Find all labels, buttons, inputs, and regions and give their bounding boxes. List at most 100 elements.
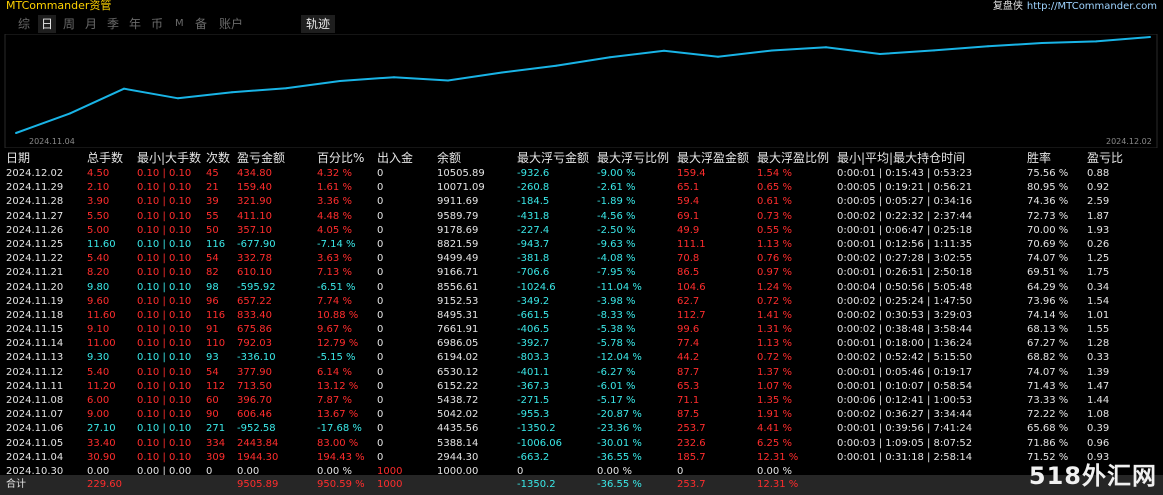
cell-max-float-loss: -955.3 xyxy=(517,409,550,421)
table-row[interactable]: 2024.11.08 6.00 0.10 | 0.10 60 396.70 7.87 % 0… xyxy=(6,394,1156,408)
table-row[interactable]: 2024.11.21 8.20 0.10 | 0.10 82 610.10 7.13 % 0… xyxy=(6,266,1156,280)
cell-pnl: 606.46 xyxy=(237,409,272,421)
tab-quarter[interactable]: 季 xyxy=(107,15,119,33)
totals-row: 合计 229.60 9505.89 950.59 % 1000 -1350.2 … xyxy=(0,475,1163,495)
table-row[interactable]: 2024.11.28 3.90 0.10 | 0.10 39 321.90 3.36 % 0… xyxy=(6,195,1156,209)
track-button[interactable]: 轨迹 xyxy=(301,15,336,33)
x-start-label: 2024.11.04 xyxy=(29,137,75,146)
cell-max-float-profit: 77.4 xyxy=(677,338,700,350)
table-row[interactable]: 2024.11.06 27.10 0.10 | 0.10 271 -952.58 -17.… xyxy=(6,422,1156,436)
tab-week[interactable]: 周 xyxy=(63,15,75,33)
cell-max-float-profit-pct: 4.41 % xyxy=(757,423,792,435)
tab-currency[interactable]: 币 xyxy=(151,15,163,33)
cell-balance: 10071.09 xyxy=(437,182,485,194)
table-row[interactable]: 2024.11.20 9.80 0.10 | 0.10 98 -595.92 -6.51 … xyxy=(6,281,1156,295)
table-row[interactable]: 2024.11.26 5.00 0.10 | 0.10 50 357.10 4.05 % 0… xyxy=(6,224,1156,238)
col-inout[interactable]: 出入金 xyxy=(377,151,413,165)
table-row[interactable]: 2024.11.19 9.60 0.10 | 0.10 96 657.22 7.74 % 0… xyxy=(6,295,1156,309)
col-max-float-profit[interactable]: 最大浮盈金额 xyxy=(677,151,749,165)
table-row[interactable]: 2024.11.22 5.40 0.10 | 0.10 54 332.78 3.63 % 0… xyxy=(6,252,1156,266)
table-row[interactable]: 2024.11.14 11.00 0.10 | 0.10 110 792.03 12.79… xyxy=(6,337,1156,351)
col-pct[interactable]: 百分比% xyxy=(317,151,364,165)
cell-max-float-loss-pct: -4.56 % xyxy=(597,210,636,222)
cell-win-rate: 74.07 % xyxy=(1027,366,1069,378)
cell-balance: 6194.02 xyxy=(437,352,479,364)
tab-month[interactable]: 月 xyxy=(85,15,97,33)
table-row[interactable]: 2024.11.07 9.00 0.10 | 0.10 90 606.46 13.67 %… xyxy=(6,408,1156,422)
cell-max-float-profit-pct: 1.24 % xyxy=(757,281,792,293)
cell-total-lots: 27.10 xyxy=(87,423,116,435)
cell-total-lots: 11.00 xyxy=(87,338,116,350)
tab-account[interactable]: 账户 xyxy=(219,15,243,33)
cell-pnl: 833.40 xyxy=(237,309,272,321)
cell-total-lots: 4.50 xyxy=(87,168,110,179)
table-row[interactable]: 2024.11.25 11.60 0.10 | 0.10 116 -677.90 -7.1… xyxy=(6,238,1156,252)
col-date[interactable]: 日期 xyxy=(6,151,30,165)
cell-total-lots: 8.20 xyxy=(87,267,110,279)
col-balance[interactable]: 余额 xyxy=(437,151,461,165)
table-row[interactable]: 2024.11.18 11.60 0.10 | 0.10 116 833.40 10.88… xyxy=(6,309,1156,323)
cell-date: 2024.11.20 xyxy=(6,281,64,293)
table-row[interactable]: 2024.11.27 5.50 0.10 | 0.10 55 411.10 4.48 % 0… xyxy=(6,210,1156,224)
cell-count: 60 xyxy=(206,395,219,406)
cell-max-float-loss-pct: -6.01 % xyxy=(597,380,636,392)
col-max-float-loss[interactable]: 最大浮亏金额 xyxy=(517,151,589,165)
cell-pnl: 434.80 xyxy=(237,168,272,179)
cell-pl-ratio: 0.39 xyxy=(1087,423,1110,435)
cell-pct: 10.88 % xyxy=(317,309,359,321)
cell-balance: 2944.30 xyxy=(437,451,479,463)
cell-hold-time: 0:00:02 | 0:38:48 | 3:58:44 xyxy=(837,324,973,336)
cell-pnl: 332.78 xyxy=(237,253,272,265)
table-row[interactable]: 2024.11.13 9.30 0.10 | 0.10 93 -336.10 -5.15 … xyxy=(6,351,1156,365)
title-bar: MTCommander资管 复盘侠 http://MTCommander.com xyxy=(0,0,1163,12)
col-win-rate[interactable]: 胜率 xyxy=(1027,151,1051,165)
table-row[interactable]: 2024.11.29 2.10 0.10 | 0.10 21 159.40 1.61 % 0… xyxy=(6,181,1156,195)
brand-url[interactable]: http://MTCommander.com xyxy=(1027,1,1157,12)
tab-day[interactable]: 日 xyxy=(38,15,57,33)
table-row[interactable]: 2024.11.15 9.10 0.10 | 0.10 91 675.86 9.67 % 0… xyxy=(6,323,1156,337)
cell-balance: 4435.56 xyxy=(437,423,479,435)
cell-pl-ratio: 0.34 xyxy=(1087,281,1110,293)
table-row[interactable]: 2024.11.04 30.90 0.10 | 0.10 309 1944.30 194.… xyxy=(6,451,1156,465)
cell-max-float-loss: -260.8 xyxy=(517,182,550,194)
tab-year[interactable]: 年 xyxy=(129,15,141,33)
cell-win-rate: 75.56 % xyxy=(1027,168,1069,179)
cell-max-float-loss-pct: -12.04 % xyxy=(597,352,642,364)
cell-pl-ratio: 1.44 xyxy=(1087,395,1110,406)
cell-total-lots: 9.10 xyxy=(87,324,110,336)
cell-max-float-profit: 159.4 xyxy=(677,168,706,179)
col-pl-ratio[interactable]: 盈亏比 xyxy=(1087,151,1123,165)
tab-m[interactable]: M xyxy=(175,15,184,33)
cell-pl-ratio: 1.01 xyxy=(1087,309,1110,321)
col-count[interactable]: 次数 xyxy=(206,151,230,165)
cell-inout: 0 xyxy=(377,210,384,222)
col-pnl[interactable]: 盈亏金额 xyxy=(237,151,285,165)
tab-summary[interactable]: 综 xyxy=(18,15,30,33)
cell-balance: 9911.69 xyxy=(437,196,479,208)
cell-max-float-profit-pct: 0.61 % xyxy=(757,196,792,208)
cell-balance: 5438.72 xyxy=(437,395,479,406)
col-hold-time[interactable]: 最小|平均|最大持仓时间 xyxy=(837,151,965,165)
col-max-float-loss-pct[interactable]: 最大浮亏比例 xyxy=(597,151,669,165)
table-row[interactable]: 2024.11.11 11.20 0.10 | 0.10 112 713.50 13.12… xyxy=(6,380,1156,394)
col-total-lots[interactable]: 总手数 xyxy=(87,151,123,165)
cell-min-max-lots: 0.10 | 0.10 xyxy=(137,295,192,307)
table-row[interactable]: 2024.12.02 4.50 0.10 | 0.10 45 434.80 4.32 % 0… xyxy=(6,167,1156,181)
cell-max-float-loss: -943.7 xyxy=(517,238,550,250)
cell-win-rate: 80.95 % xyxy=(1027,182,1069,194)
cell-win-rate: 65.68 % xyxy=(1027,423,1069,435)
col-max-float-profit-pct[interactable]: 最大浮盈比例 xyxy=(757,151,829,165)
cell-count: 116 xyxy=(206,238,226,250)
cell-inout: 0 xyxy=(377,451,384,463)
cell-pl-ratio: 0.96 xyxy=(1087,437,1110,449)
cell-inout: 0 xyxy=(377,196,384,208)
cell-total-lots: 9.00 xyxy=(87,409,110,421)
tab-notes[interactable]: 备 xyxy=(195,15,207,33)
cell-win-rate: 68.82 % xyxy=(1027,352,1069,364)
col-min-max-lots[interactable]: 最小|大手数 xyxy=(137,151,201,165)
totals-max-float-loss: -1350.2 xyxy=(517,479,556,490)
table-row[interactable]: 2024.11.12 5.40 0.10 | 0.10 54 377.90 6.14 % 0… xyxy=(6,366,1156,380)
cell-pnl: 396.70 xyxy=(237,395,272,406)
table-row[interactable]: 2024.11.05 33.40 0.10 | 0.10 334 2443.84 83.0… xyxy=(6,437,1156,451)
brand-link[interactable]: 复盘侠 http://MTCommander.com xyxy=(993,0,1157,12)
